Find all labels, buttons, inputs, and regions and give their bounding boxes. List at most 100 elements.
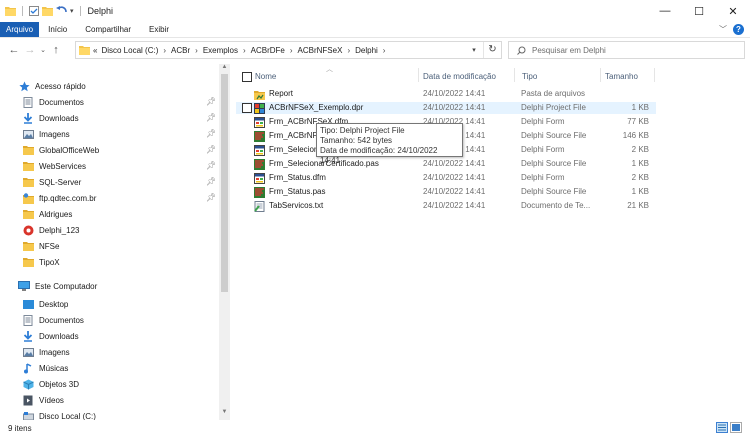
breadcrumb-item[interactable]: Exemplos	[203, 46, 238, 55]
breadcrumb-overflow[interactable]: «	[93, 46, 97, 55]
column-header-date[interactable]: Data de modificação	[423, 68, 496, 84]
column-divider[interactable]	[418, 68, 419, 82]
sidebar-item-sql-server[interactable]: SQL-Server	[22, 174, 81, 190]
properties-icon[interactable]	[29, 6, 39, 16]
nav-quick-access[interactable]: Acesso rápido	[18, 78, 86, 94]
sidebar-item-nfse[interactable]: NFSe	[22, 238, 59, 254]
recent-locations-icon[interactable]: ⌄	[38, 46, 48, 54]
expand-ribbon-icon[interactable]: ﹀	[719, 24, 727, 35]
undo-icon[interactable]	[56, 6, 67, 16]
file-size: 77 KB	[627, 117, 649, 126]
breadcrumb-separator[interactable]: ›	[347, 46, 350, 55]
column-divider[interactable]	[600, 68, 601, 82]
file-type: Pasta de arquivos	[521, 89, 586, 98]
address-history-icon[interactable]: ▾	[465, 46, 483, 54]
breadcrumb-item[interactable]: Disco Local (C:)	[101, 46, 158, 55]
table-row[interactable]: Frm_Status.pas 24/10/2022 14:41 Delphi S…	[236, 186, 656, 198]
row-checkbox[interactable]	[242, 103, 252, 113]
help-icon[interactable]: ?	[733, 24, 744, 35]
sidebar-item-ftp[interactable]: ftp.qdtec.com.br	[22, 190, 96, 206]
music-icon	[22, 362, 34, 374]
breadcrumb-separator[interactable]: ›	[383, 46, 386, 55]
large-icons-view-icon[interactable]	[730, 422, 742, 433]
tooltip-type: Tipo: Delphi Project File	[320, 126, 405, 135]
address-bar[interactable]: « Disco Local (C:) › ACBr › Exemplos › A…	[75, 41, 502, 59]
breadcrumb-item[interactable]: ACBr	[171, 46, 190, 55]
file-date: 24/10/2022 14:41	[423, 201, 486, 210]
nav-this-pc[interactable]: Este Computador	[18, 278, 97, 294]
pin-icon[interactable]: 📌︎	[206, 193, 216, 202]
pin-icon[interactable]: 📌︎	[206, 97, 216, 106]
report-folder-icon	[254, 90, 265, 100]
pin-icon[interactable]: 📌︎	[206, 145, 216, 154]
file-name: ACBrNFSeX_Exemplo.dpr	[269, 103, 364, 112]
new-folder-icon[interactable]	[42, 6, 53, 16]
sidebar-item-delphi-123[interactable]: Delphi_123	[22, 222, 79, 238]
file-type: Delphi Project File	[521, 103, 586, 112]
search-icon	[517, 46, 526, 55]
sidebar-item-imagens[interactable]: Imagens	[22, 126, 70, 142]
sidebar-item-webservices[interactable]: WebServices	[22, 158, 86, 174]
dfm-file-icon	[254, 172, 265, 184]
tab-exibir[interactable]: Exibir	[140, 22, 178, 37]
table-row[interactable]: ACBrNFSeX_Exemplo.dpr 24/10/2022 14:41 D…	[236, 102, 656, 114]
tab-compartilhar[interactable]: Compartilhar	[76, 22, 140, 37]
file-size: 2 KB	[631, 145, 649, 154]
up-button[interactable]: ↑	[48, 44, 64, 56]
sidebar-item-globalofficeweb[interactable]: GlobalOfficeWeb	[22, 142, 99, 158]
breadcrumb-separator[interactable]: ›	[290, 46, 293, 55]
customize-dropdown-icon[interactable]: ▾	[70, 7, 74, 15]
close-button[interactable]: ✕	[716, 0, 750, 22]
minimize-button[interactable]: —	[648, 0, 682, 22]
breadcrumb-item[interactable]: ACBrNFSeX	[298, 46, 343, 55]
table-row[interactable]: TabServicos.txt 24/10/2022 14:41 Documen…	[236, 200, 656, 212]
back-button[interactable]: ←	[6, 44, 22, 56]
sidebar-item-disco-local[interactable]: Disco Local (C:)	[22, 408, 96, 420]
forward-button[interactable]: →	[22, 44, 38, 56]
breadcrumb-separator[interactable]: ›	[163, 46, 166, 55]
pin-icon[interactable]: 📌︎	[206, 129, 216, 138]
column-header-name[interactable]: Nome	[255, 68, 276, 84]
sidebar-item-aldrigues[interactable]: Aldrigues	[22, 206, 72, 222]
sidebar-item-videos[interactable]: Vídeos	[22, 392, 64, 408]
sidebar-item-tipox[interactable]: TipoX	[22, 254, 60, 270]
sidebar-item-documentos[interactable]: Documentos	[22, 94, 84, 110]
file-type: Delphi Form	[521, 173, 565, 182]
breadcrumb-separator[interactable]: ›	[243, 46, 246, 55]
dfm-file-icon	[254, 144, 265, 156]
scroll-up-icon[interactable]: ▲	[219, 64, 230, 70]
select-all-checkbox[interactable]	[242, 72, 252, 82]
column-divider[interactable]	[514, 68, 515, 82]
tab-arquivo[interactable]: Arquivo	[0, 22, 40, 37]
table-row[interactable]: Report 24/10/2022 14:41 Pasta de arquivo…	[236, 88, 656, 100]
table-row[interactable]: Frm_Status.dfm 24/10/2022 14:41 Delphi F…	[236, 172, 656, 184]
pin-icon[interactable]: 📌︎	[206, 113, 216, 122]
column-divider[interactable]	[654, 68, 655, 82]
nav-scrollbar[interactable]: ▲ ▼	[219, 64, 230, 420]
column-header-size[interactable]: Tamanho	[605, 68, 638, 84]
pin-icon[interactable]: 📌︎	[206, 161, 216, 170]
details-view-icon[interactable]	[716, 422, 728, 433]
item-count: 9 itens	[8, 423, 32, 433]
breadcrumb-item[interactable]: ACBrDFe	[251, 46, 285, 55]
sidebar-item-objetos-3d[interactable]: Objetos 3D	[22, 376, 79, 392]
pin-icon[interactable]: 📌︎	[206, 177, 216, 186]
breadcrumb-item[interactable]: Delphi	[355, 46, 378, 55]
sidebar-item-downloads-pc[interactable]: Downloads	[22, 328, 79, 344]
scrollbar-thumb[interactable]	[221, 74, 228, 292]
scroll-down-icon[interactable]: ▼	[219, 409, 230, 415]
tab-inicio[interactable]: Início	[39, 22, 76, 37]
search-input[interactable]: Pesquisar em Delphi	[508, 41, 745, 59]
breadcrumb-separator[interactable]: ›	[195, 46, 198, 55]
sidebar-item-documentos-pc[interactable]: Documentos	[22, 312, 84, 328]
pictures-icon	[22, 347, 34, 358]
address-row: ← → ⌄ ↑ « Disco Local (C:) › ACBr › Exem…	[0, 38, 750, 62]
sidebar-item-downloads[interactable]: Downloads	[22, 110, 79, 126]
sidebar-item-desktop[interactable]: Desktop	[22, 296, 68, 312]
sidebar-item-musicas[interactable]: Músicas	[22, 360, 68, 376]
file-date: 24/10/2022 14:41	[423, 173, 486, 182]
sidebar-item-imagens-pc[interactable]: Imagens	[22, 344, 70, 360]
refresh-button[interactable]: ↻	[483, 42, 501, 58]
column-header-type[interactable]: Tipo	[522, 68, 537, 84]
maximize-button[interactable]: ☐	[682, 0, 716, 22]
